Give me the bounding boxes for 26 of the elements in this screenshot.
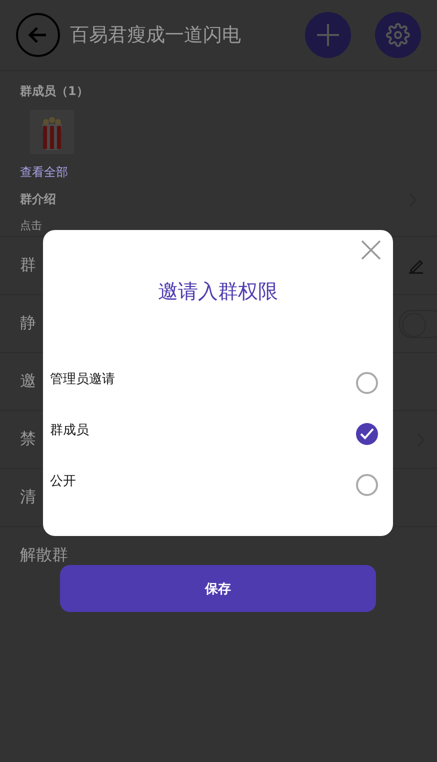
option-label: 管理员邀请 <box>50 370 115 388</box>
settings-button[interactable] <box>375 12 421 58</box>
radio-button[interactable] <box>356 474 378 496</box>
group-title: 百易君瘦成一道闪电 <box>70 23 242 48</box>
settings-icon <box>386 23 410 47</box>
check-icon <box>360 428 374 440</box>
setting-label: 群 <box>20 255 36 276</box>
intro-hint: 点击 <box>20 218 43 234</box>
radio-button[interactable] <box>356 372 378 394</box>
dialog-title: 邀请入群权限 <box>157 278 279 305</box>
option-label: 群成员 <box>50 422 89 438</box>
setting-label: 解散群 <box>20 545 68 566</box>
setting-label: 静 <box>20 313 36 334</box>
radio-button[interactable] <box>356 422 378 444</box>
option-label: 公开 <box>50 472 76 490</box>
members-label: 群成员（1） <box>20 83 90 100</box>
setting-label: 邀 <box>20 371 36 392</box>
view-all-link[interactable]: 查看全部 <box>20 164 68 181</box>
back-button[interactable] <box>16 13 60 57</box>
save-button[interactable]: 保存 <box>60 565 376 612</box>
add-button[interactable] <box>305 12 351 58</box>
setting-label: 清 <box>20 487 36 508</box>
intro-label: 群介绍 <box>20 191 56 208</box>
close-icon[interactable] <box>359 238 383 262</box>
plus-icon <box>315 22 341 48</box>
setting-label: 禁 <box>20 429 36 450</box>
